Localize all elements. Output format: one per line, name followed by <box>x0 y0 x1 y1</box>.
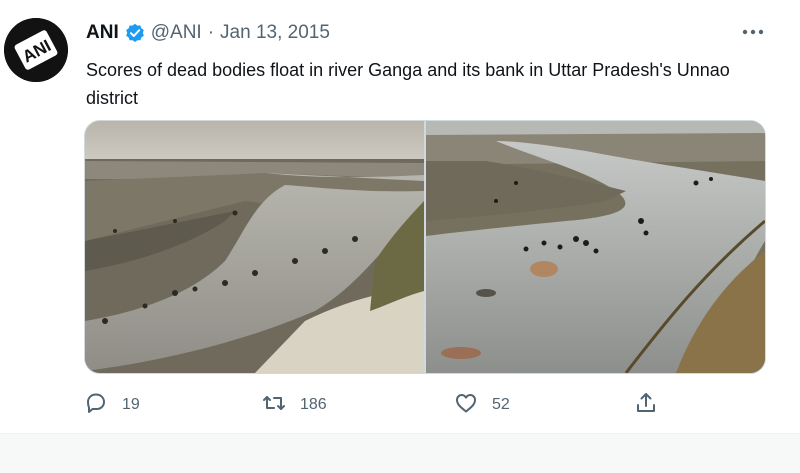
tweet-date[interactable]: Jan 13, 2015 <box>220 22 330 44</box>
handle[interactable]: @ANI <box>151 22 202 44</box>
retweet-count: 186 <box>300 396 327 413</box>
next-tweet-area <box>0 434 800 473</box>
share-button[interactable] <box>634 390 658 420</box>
like-icon <box>454 391 478 420</box>
like-count: 52 <box>492 396 510 413</box>
tweet-header: ANI @ANI · Jan 13, 2015 <box>86 20 330 46</box>
tweet-photo-1[interactable] <box>85 121 424 373</box>
tweet-actions: 19 186 52 <box>84 390 684 420</box>
retweet-button[interactable]: 186 <box>262 390 327 420</box>
more-options-icon[interactable] <box>740 22 766 42</box>
display-name[interactable]: ANI <box>86 22 119 44</box>
reply-button[interactable]: 19 <box>84 390 140 420</box>
ani-logo: ANI <box>4 18 68 82</box>
verified-badge-icon <box>125 23 145 43</box>
reply-count: 19 <box>122 396 140 413</box>
reply-icon <box>84 391 108 420</box>
tweet-text: Scores of dead bodies float in river Gan… <box>86 60 730 108</box>
tweet[interactable]: ANI ANI @ANI · Jan 13, 2015 Scores of de… <box>0 0 800 473</box>
separator-dot: · <box>207 22 215 43</box>
tweet-photo-2[interactable] <box>426 121 765 373</box>
media-grid <box>84 120 766 374</box>
share-icon <box>634 391 658 420</box>
avatar[interactable]: ANI <box>4 18 68 82</box>
like-button[interactable]: 52 <box>454 390 510 420</box>
retweet-icon <box>262 391 286 420</box>
